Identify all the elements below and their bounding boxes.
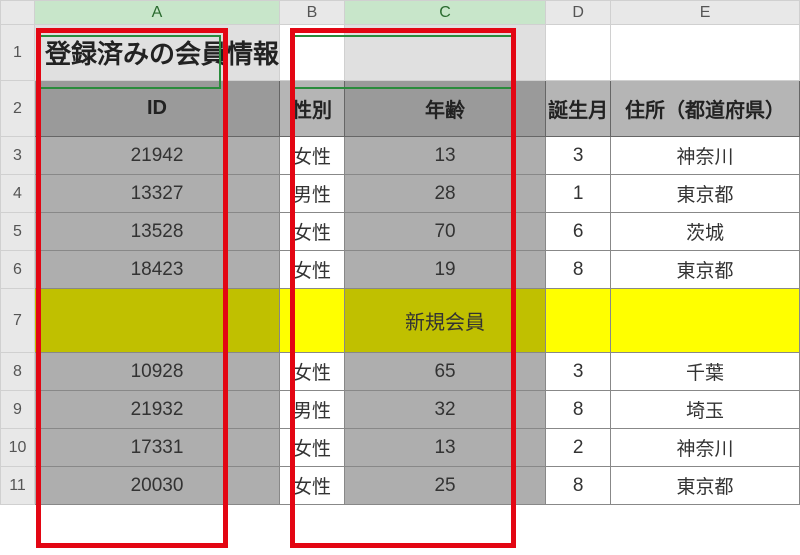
col-header-A[interactable]: A — [35, 1, 280, 25]
cell-newmember-D[interactable] — [546, 289, 611, 353]
cell-gender[interactable]: 女性 — [280, 137, 345, 175]
cell-gender[interactable]: 女性 — [280, 213, 345, 251]
table-row: 10 17331 女性 13 2 神奈川 — [1, 429, 800, 467]
cell-id[interactable]: 13327 — [35, 175, 280, 213]
cell-E1[interactable] — [611, 25, 800, 81]
cell-birthmonth[interactable]: 8 — [546, 391, 611, 429]
cell-prefecture[interactable]: 神奈川 — [611, 137, 800, 175]
row-header-3[interactable]: 3 — [1, 137, 35, 175]
table-row: 8 10928 女性 65 3 千葉 — [1, 353, 800, 391]
cell-birthmonth[interactable]: 3 — [546, 137, 611, 175]
row-header-6[interactable]: 6 — [1, 251, 35, 289]
cell-id[interactable]: 20030 — [35, 467, 280, 505]
select-all-corner[interactable] — [1, 1, 35, 25]
cell-age[interactable]: 13 — [344, 429, 545, 467]
cell-birthmonth[interactable]: 6 — [546, 213, 611, 251]
cell-age[interactable]: 32 — [344, 391, 545, 429]
table-row: 9 21932 男性 32 8 埼玉 — [1, 391, 800, 429]
cell-newmember-E[interactable] — [611, 289, 800, 353]
cell-age[interactable]: 65 — [344, 353, 545, 391]
header-prefecture[interactable]: 住所（都道府県） — [611, 81, 800, 137]
cell-prefecture[interactable]: 茨城 — [611, 213, 800, 251]
cell-B1[interactable] — [280, 25, 345, 81]
cell-gender[interactable]: 男性 — [280, 175, 345, 213]
spreadsheet-grid: A B C D E 1 登録済みの会員情報 2 ID 性別 年齢 誕生月 住所（… — [0, 0, 800, 505]
row-header-7[interactable]: 7 — [1, 289, 35, 353]
col-header-E[interactable]: E — [611, 1, 800, 25]
cell-newmember-A[interactable] — [35, 289, 280, 353]
table-row: 6 18423 女性 19 8 東京都 — [1, 251, 800, 289]
cell-age[interactable]: 25 — [344, 467, 545, 505]
cell-gender[interactable]: 女性 — [280, 467, 345, 505]
row-header-8[interactable]: 8 — [1, 353, 35, 391]
table-row: 11 20030 女性 25 8 東京都 — [1, 467, 800, 505]
row-header-1[interactable]: 1 — [1, 25, 35, 81]
cell-prefecture[interactable]: 埼玉 — [611, 391, 800, 429]
cell-D1[interactable] — [546, 25, 611, 81]
row-header-9[interactable]: 9 — [1, 391, 35, 429]
new-member-row: 7 新規会員 — [1, 289, 800, 353]
row-header-5[interactable]: 5 — [1, 213, 35, 251]
table-header-row: 2 ID 性別 年齢 誕生月 住所（都道府県） — [1, 81, 800, 137]
col-header-B[interactable]: B — [280, 1, 345, 25]
table-row: 4 13327 男性 28 1 東京都 — [1, 175, 800, 213]
header-id[interactable]: ID — [35, 81, 280, 137]
cell-birthmonth[interactable]: 8 — [546, 251, 611, 289]
cell-C1[interactable] — [344, 25, 545, 81]
column-headers-row: A B C D E — [1, 1, 800, 25]
cell-age[interactable]: 13 — [344, 137, 545, 175]
cell-birthmonth[interactable]: 2 — [546, 429, 611, 467]
title-row: 1 登録済みの会員情報 — [1, 25, 800, 81]
cell-gender[interactable]: 男性 — [280, 391, 345, 429]
cell-prefecture[interactable]: 東京都 — [611, 251, 800, 289]
row-header-2[interactable]: 2 — [1, 81, 35, 137]
cell-age[interactable]: 70 — [344, 213, 545, 251]
cell-prefecture[interactable]: 神奈川 — [611, 429, 800, 467]
cell-gender[interactable]: 女性 — [280, 353, 345, 391]
cell-age[interactable]: 28 — [344, 175, 545, 213]
cell-id[interactable]: 21932 — [35, 391, 280, 429]
cell-id[interactable]: 18423 — [35, 251, 280, 289]
cell-prefecture[interactable]: 東京都 — [611, 467, 800, 505]
row-header-11[interactable]: 11 — [1, 467, 35, 505]
cell-birthmonth[interactable]: 8 — [546, 467, 611, 505]
table-row: 3 21942 女性 13 3 神奈川 — [1, 137, 800, 175]
cell-prefecture[interactable]: 東京都 — [611, 175, 800, 213]
title-cell[interactable]: 登録済みの会員情報 — [35, 25, 280, 81]
header-age[interactable]: 年齢 — [344, 81, 545, 137]
cell-id[interactable]: 17331 — [35, 429, 280, 467]
cell-id[interactable]: 13528 — [35, 213, 280, 251]
cell-newmember-B[interactable] — [280, 289, 345, 353]
cell-id[interactable]: 10928 — [35, 353, 280, 391]
row-header-10[interactable]: 10 — [1, 429, 35, 467]
cell-gender[interactable]: 女性 — [280, 251, 345, 289]
cell-age[interactable]: 19 — [344, 251, 545, 289]
cell-birthmonth[interactable]: 1 — [546, 175, 611, 213]
cell-gender[interactable]: 女性 — [280, 429, 345, 467]
cell-prefecture[interactable]: 千葉 — [611, 353, 800, 391]
table-row: 5 13528 女性 70 6 茨城 — [1, 213, 800, 251]
col-header-D[interactable]: D — [546, 1, 611, 25]
row-header-4[interactable]: 4 — [1, 175, 35, 213]
header-birthmonth[interactable]: 誕生月 — [546, 81, 611, 137]
col-header-C[interactable]: C — [344, 1, 545, 25]
header-gender[interactable]: 性別 — [280, 81, 345, 137]
cell-id[interactable]: 21942 — [35, 137, 280, 175]
new-member-label[interactable]: 新規会員 — [344, 289, 545, 353]
cell-birthmonth[interactable]: 3 — [546, 353, 611, 391]
